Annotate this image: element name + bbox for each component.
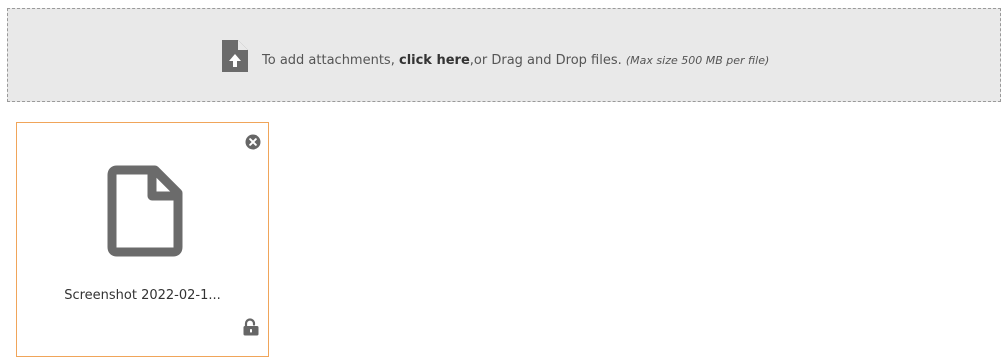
document-icon — [107, 165, 183, 257]
attachment-card[interactable]: Screenshot 2022-02-1... — [16, 122, 269, 357]
attachment-dropzone[interactable]: To add attachments, click here,or Drag a… — [7, 8, 1001, 102]
click-here-link[interactable]: click here — [399, 53, 470, 68]
unlock-icon[interactable] — [242, 318, 260, 336]
dropzone-instructions: To add attachments, click here,or Drag a… — [262, 53, 769, 69]
max-size-note: (Max size 500 MB per file) — [625, 54, 770, 67]
close-circle-icon[interactable] — [245, 134, 261, 150]
attachment-file-name: Screenshot 2022-02-1... — [64, 288, 221, 303]
file-upload-icon — [222, 40, 248, 72]
dropzone-text-before: To add attachments, — [262, 53, 399, 68]
dropzone-text-after: ,or Drag and Drop files. — [469, 53, 626, 68]
